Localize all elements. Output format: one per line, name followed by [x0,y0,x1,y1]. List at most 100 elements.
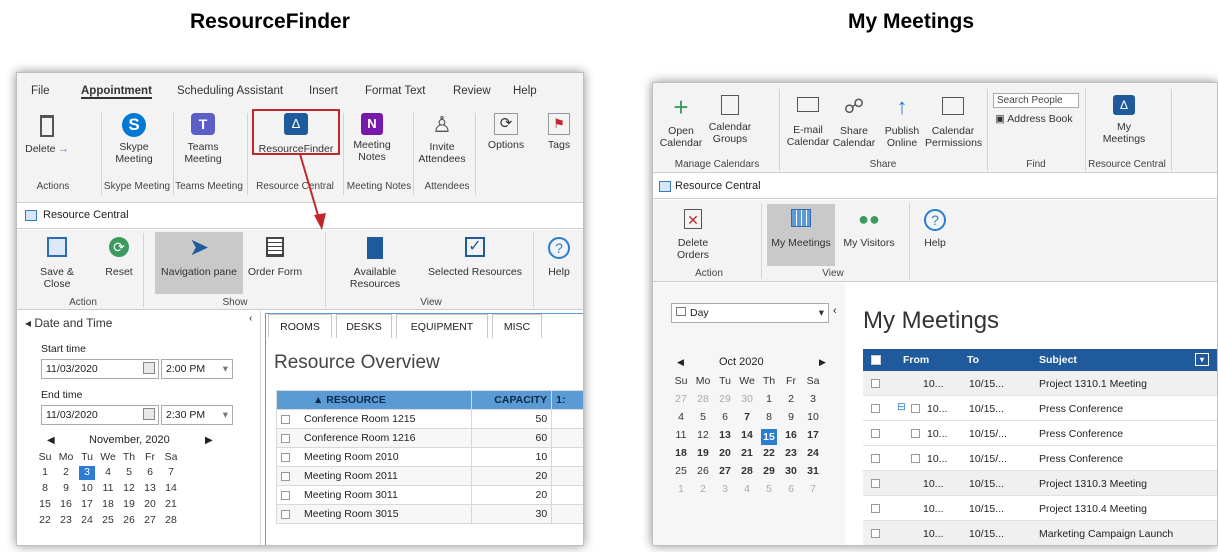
to-cell: 10/15... [969,403,1005,415]
to-cell: 10/15/... [969,453,1007,465]
table-row[interactable]: 10... 10/15/... Press Conference [863,446,1217,471]
calendar-day[interactable]: 29 [761,465,777,477]
calendar-groups-button[interactable]: Calendar Groups [705,93,755,145]
calendar-day[interactable]: 29 [717,393,733,405]
calendar-day[interactable]: 2 [783,393,799,405]
table-row[interactable]: 10... 10/15... Project 1310.1 Meeting [863,371,1217,396]
row-checkbox[interactable] [871,454,880,463]
calendar-day[interactable]: 6 [783,483,799,495]
calendar-day[interactable]: 27 [717,465,733,477]
calendar-day[interactable]: 15 [761,429,777,445]
table-row[interactable]: ⊟ 10... 10/15... Press Conference [863,396,1217,421]
help-button[interactable]: ? Help [915,209,955,249]
subject-cell: Project 1310.1 Meeting [1039,378,1147,390]
calendar-day[interactable]: 5 [761,483,777,495]
calendar-day[interactable]: 7 [805,483,821,495]
calendar-day[interactable]: 1 [673,483,689,495]
my-visitors-button[interactable]: ●● My Visitors [837,209,901,249]
calendar-day[interactable]: 3 [717,483,733,495]
calendar-day[interactable]: 2 [695,483,711,495]
calendar-day[interactable]: 4 [739,483,755,495]
calendar-day[interactable]: 8 [761,411,777,423]
table-row[interactable]: 10... 10/15... Project 1310.4 Meeting [863,496,1217,521]
address-book-button[interactable]: ▣ Address Book [995,113,1073,125]
calendar-day[interactable]: 12 [695,429,711,441]
publish-online-button[interactable]: ↑ Publish Online [879,93,925,149]
calendar-day[interactable]: 11 [673,429,689,441]
sub-row-checkbox[interactable] [911,454,920,463]
weekday-label: Mo [695,375,711,387]
my-meetings-button[interactable]: My Meetings [767,209,835,249]
calendar-day[interactable]: 10 [805,411,821,423]
table-row[interactable]: 10... 10/15/... Press Conference [863,421,1217,446]
calendar-day[interactable]: 4 [673,411,689,423]
calendar-day[interactable]: 31 [805,465,821,477]
view-select[interactable]: Day ▾ [671,303,829,323]
email-calendar-button[interactable]: E-mail Calendar [785,93,831,148]
calendar-day[interactable]: 20 [717,447,733,459]
meetings-header: From To Subject ▾ [863,349,1217,371]
column-subject[interactable]: Subject [1039,354,1077,366]
calendar-day[interactable]: 28 [695,393,711,405]
calendar-day[interactable]: 6 [717,411,733,423]
calendar-day[interactable]: 14 [739,429,755,441]
calendar-day[interactable]: 16 [783,429,799,441]
calendar-day[interactable]: 3 [805,393,821,405]
delete-orders-button[interactable]: ✕ Delete Orders [661,209,725,261]
row-checkbox[interactable] [871,379,880,388]
row-checkbox[interactable] [871,479,880,488]
calendar-day[interactable]: 27 [673,393,689,405]
sub-row-checkbox[interactable] [911,429,920,438]
table-row[interactable]: 10... 10/15... Marketing Campaign Launch [863,521,1217,545]
calendar-day[interactable]: 28 [739,465,755,477]
calendar-day[interactable]: 17 [805,429,821,441]
calendar-day[interactable]: 5 [695,411,711,423]
calendar-day[interactable]: 23 [783,447,799,459]
select-all-checkbox[interactable] [871,355,881,365]
mini-calendar: Su Mo Tu We Th Fr Sa 27 28 29 30 1 2 3 4 5 6 7 8 9 10 11 12 13 1… [673,375,833,505]
weekday-label: Sa [806,375,820,387]
from-cell: 10... [927,428,948,440]
calendar-day[interactable]: 1 [761,393,777,405]
table-row[interactable]: 10... 10/15... Project 1310.3 Meeting [863,471,1217,496]
calendar-permissions-button[interactable]: Calendar Permissions [925,93,982,149]
row-checkbox[interactable] [871,429,880,438]
calendar-day[interactable]: 9 [783,411,799,423]
calendar-day[interactable]: 7 [739,411,755,423]
sub-row-checkbox[interactable] [911,404,920,413]
calendar-day[interactable]: 21 [739,447,755,459]
column-to[interactable]: To [967,354,979,366]
collapse-group-icon[interactable]: ⊟ [897,401,906,413]
my-meetings-ribbon-button[interactable]: Δ My Meetings [1097,95,1151,145]
subject-cell: Project 1310.4 Meeting [1039,503,1147,515]
folder-icon [942,97,964,115]
meetings-rows: 10... 10/15... Project 1310.1 Meeting ⊟ 10..… [863,371,1217,545]
collapse-chevron-icon[interactable]: ‹ [833,305,837,317]
from-cell: 10... [927,453,948,465]
column-from[interactable]: From [903,354,929,366]
to-cell: 10/15... [969,528,1005,540]
search-people-input[interactable]: Search People [993,93,1079,108]
calendar-day[interactable]: 25 [673,465,689,477]
row-checkbox[interactable] [871,404,880,413]
calendar-day[interactable]: 26 [695,465,711,477]
from-cell: 10... [923,478,944,490]
calendar-day[interactable]: 13 [717,429,733,441]
to-cell: 10/15... [969,478,1005,490]
calendar-day[interactable]: 24 [805,447,821,459]
calendar-day[interactable]: 19 [695,447,711,459]
weekday-label: Th [762,375,776,387]
calendar-day[interactable]: 30 [739,393,755,405]
from-cell: 10... [923,528,944,540]
prev-month-icon[interactable]: ◀ [677,357,684,368]
row-checkbox[interactable] [871,529,880,538]
group-resource-central: Resource Central [1088,159,1166,170]
next-month-icon[interactable]: ▶ [819,357,826,368]
row-checkbox[interactable] [871,504,880,513]
open-calendar-button[interactable]: + Open Calendar [659,93,703,149]
calendar-day[interactable]: 18 [673,447,689,459]
share-calendar-button[interactable]: ☍ Share Calendar [831,93,877,149]
calendar-day[interactable]: 22 [761,447,777,459]
calendar-day[interactable]: 30 [783,465,799,477]
column-filter-dropdown-icon[interactable]: ▾ [1195,353,1209,366]
